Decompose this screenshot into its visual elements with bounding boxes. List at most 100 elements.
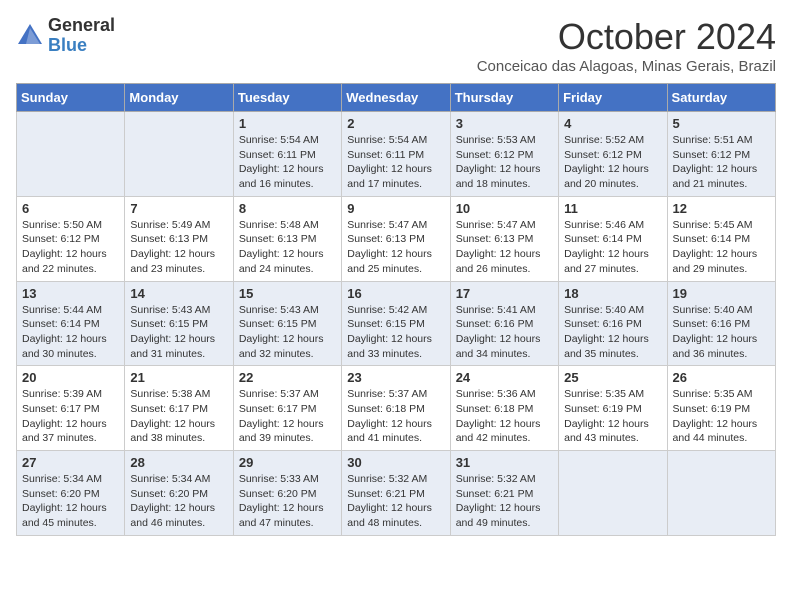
calendar-cell: 2 Sunrise: 5:54 AM Sunset: 6:11 PM Daylig… — [342, 112, 450, 197]
calendar-cell: 13 Sunrise: 5:44 AM Sunset: 6:14 PM Dayli… — [17, 281, 125, 366]
month-year: October 2024 — [477, 16, 776, 58]
day-info: Sunrise: 5:38 AM Sunset: 6:17 PM Dayligh… — [130, 387, 227, 446]
day-number: 24 — [456, 370, 553, 385]
day-number: 18 — [564, 286, 661, 301]
day-number: 9 — [347, 201, 444, 216]
day-info: Sunrise: 5:44 AM Sunset: 6:14 PM Dayligh… — [22, 303, 119, 362]
day-info: Sunrise: 5:41 AM Sunset: 6:16 PM Dayligh… — [456, 303, 553, 362]
day-info: Sunrise: 5:54 AM Sunset: 6:11 PM Dayligh… — [347, 133, 444, 192]
day-number: 22 — [239, 370, 336, 385]
day-info: Sunrise: 5:40 AM Sunset: 6:16 PM Dayligh… — [673, 303, 770, 362]
day-number: 30 — [347, 455, 444, 470]
calendar-cell: 21 Sunrise: 5:38 AM Sunset: 6:17 PM Dayli… — [125, 366, 233, 451]
calendar-cell: 14 Sunrise: 5:43 AM Sunset: 6:15 PM Dayli… — [125, 281, 233, 366]
day-number: 27 — [22, 455, 119, 470]
day-number: 20 — [22, 370, 119, 385]
calendar-cell: 18 Sunrise: 5:40 AM Sunset: 6:16 PM Dayli… — [559, 281, 667, 366]
day-number: 16 — [347, 286, 444, 301]
day-number: 15 — [239, 286, 336, 301]
logo-general: General — [48, 15, 115, 35]
logo-text: General Blue — [48, 16, 115, 56]
calendar-week-row: 13 Sunrise: 5:44 AM Sunset: 6:14 PM Dayli… — [17, 281, 776, 366]
calendar-cell: 22 Sunrise: 5:37 AM Sunset: 6:17 PM Dayli… — [233, 366, 341, 451]
calendar-cell: 28Sunrise: 5:34 AM Sunset: 6:20 PM Dayli… — [125, 451, 233, 536]
calendar-week-row: 6 Sunrise: 5:50 AM Sunset: 6:12 PM Daylig… — [17, 196, 776, 281]
col-header-wednesday: Wednesday — [342, 84, 450, 112]
day-number: 8 — [239, 201, 336, 216]
day-number: 23 — [347, 370, 444, 385]
page-header: General Blue October 2024 Conceicao das … — [16, 16, 776, 75]
day-info: Sunrise: 5:35 AM Sunset: 6:19 PM Dayligh… — [673, 387, 770, 446]
col-header-tuesday: Tuesday — [233, 84, 341, 112]
day-number: 17 — [456, 286, 553, 301]
day-number: 25 — [564, 370, 661, 385]
calendar-cell: 11Sunrise: 5:46 AM Sunset: 6:14 PM Dayli… — [559, 196, 667, 281]
day-info: Sunrise: 5:33 AM Sunset: 6:20 PM Dayligh… — [239, 472, 336, 531]
day-info: Sunrise: 5:48 AM Sunset: 6:13 PM Dayligh… — [239, 218, 336, 277]
calendar-table: SundayMondayTuesdayWednesdayThursdayFrid… — [16, 83, 776, 536]
calendar-cell: 19 Sunrise: 5:40 AM Sunset: 6:16 PM Dayli… — [667, 281, 775, 366]
day-info: Sunrise: 5:50 AM Sunset: 6:12 PM Dayligh… — [22, 218, 119, 277]
col-header-monday: Monday — [125, 84, 233, 112]
day-number: 13 — [22, 286, 119, 301]
day-number: 19 — [673, 286, 770, 301]
day-info: Sunrise: 5:53 AM Sunset: 6:12 PM Dayligh… — [456, 133, 553, 192]
day-info: Sunrise: 5:47 AM Sunset: 6:13 PM Dayligh… — [456, 218, 553, 277]
calendar-cell: 26 Sunrise: 5:35 AM Sunset: 6:19 PM Dayli… — [667, 366, 775, 451]
day-number: 10 — [456, 201, 553, 216]
calendar-cell: 9 Sunrise: 5:47 AM Sunset: 6:13 PM Daylig… — [342, 196, 450, 281]
day-number: 6 — [22, 201, 119, 216]
calendar-cell: 23 Sunrise: 5:37 AM Sunset: 6:18 PM Dayli… — [342, 366, 450, 451]
day-number: 12 — [673, 201, 770, 216]
day-info: Sunrise: 5:47 AM Sunset: 6:13 PM Dayligh… — [347, 218, 444, 277]
day-info: Sunrise: 5:40 AM Sunset: 6:16 PM Dayligh… — [564, 303, 661, 362]
col-header-friday: Friday — [559, 84, 667, 112]
col-header-thursday: Thursday — [450, 84, 558, 112]
day-number: 28 — [130, 455, 227, 470]
calendar-cell: 31Sunrise: 5:32 AM Sunset: 6:21 PM Dayli… — [450, 451, 558, 536]
calendar-week-row: 1 Sunrise: 5:54 AM Sunset: 6:11 PM Daylig… — [17, 112, 776, 197]
calendar-cell: 17 Sunrise: 5:41 AM Sunset: 6:16 PM Dayli… — [450, 281, 558, 366]
title-area: October 2024 Conceicao das Alagoas, Mina… — [477, 16, 776, 75]
logo-icon — [16, 22, 44, 50]
day-number: 21 — [130, 370, 227, 385]
day-number: 7 — [130, 201, 227, 216]
location: Conceicao das Alagoas, Minas Gerais, Bra… — [477, 58, 776, 75]
day-number: 5 — [673, 116, 770, 131]
day-number: 4 — [564, 116, 661, 131]
logo: General Blue — [16, 16, 115, 56]
day-info: Sunrise: 5:43 AM Sunset: 6:15 PM Dayligh… — [130, 303, 227, 362]
day-info: Sunrise: 5:35 AM Sunset: 6:19 PM Dayligh… — [564, 387, 661, 446]
day-number: 14 — [130, 286, 227, 301]
calendar-cell: 20Sunrise: 5:39 AM Sunset: 6:17 PM Dayli… — [17, 366, 125, 451]
calendar-cell: 16Sunrise: 5:42 AM Sunset: 6:15 PM Dayli… — [342, 281, 450, 366]
day-number: 26 — [673, 370, 770, 385]
calendar-cell: 10 Sunrise: 5:47 AM Sunset: 6:13 PM Dayli… — [450, 196, 558, 281]
day-info: Sunrise: 5:54 AM Sunset: 6:11 PM Dayligh… — [239, 133, 336, 192]
calendar-cell — [125, 112, 233, 197]
col-header-sunday: Sunday — [17, 84, 125, 112]
calendar-cell: 24 Sunrise: 5:36 AM Sunset: 6:18 PM Dayli… — [450, 366, 558, 451]
calendar-header-row: SundayMondayTuesdayWednesdayThursdayFrid… — [17, 84, 776, 112]
day-number: 2 — [347, 116, 444, 131]
calendar-cell: 6 Sunrise: 5:50 AM Sunset: 6:12 PM Daylig… — [17, 196, 125, 281]
day-info: Sunrise: 5:34 AM Sunset: 6:20 PM Dayligh… — [22, 472, 119, 531]
calendar-cell: 3Sunrise: 5:53 AM Sunset: 6:12 PM Daylig… — [450, 112, 558, 197]
day-info: Sunrise: 5:32 AM Sunset: 6:21 PM Dayligh… — [347, 472, 444, 531]
day-info: Sunrise: 5:46 AM Sunset: 6:14 PM Dayligh… — [564, 218, 661, 277]
calendar-cell: 29 Sunrise: 5:33 AM Sunset: 6:20 PM Dayli… — [233, 451, 341, 536]
day-info: Sunrise: 5:37 AM Sunset: 6:17 PM Dayligh… — [239, 387, 336, 446]
day-info: Sunrise: 5:52 AM Sunset: 6:12 PM Dayligh… — [564, 133, 661, 192]
calendar-week-row: 27 Sunrise: 5:34 AM Sunset: 6:20 PM Dayli… — [17, 451, 776, 536]
day-number: 1 — [239, 116, 336, 131]
day-info: Sunrise: 5:32 AM Sunset: 6:21 PM Dayligh… — [456, 472, 553, 531]
col-header-saturday: Saturday — [667, 84, 775, 112]
day-info: Sunrise: 5:51 AM Sunset: 6:12 PM Dayligh… — [673, 133, 770, 192]
calendar-cell: 1 Sunrise: 5:54 AM Sunset: 6:11 PM Daylig… — [233, 112, 341, 197]
calendar-cell: 7 Sunrise: 5:49 AM Sunset: 6:13 PM Daylig… — [125, 196, 233, 281]
day-info: Sunrise: 5:36 AM Sunset: 6:18 PM Dayligh… — [456, 387, 553, 446]
day-number: 29 — [239, 455, 336, 470]
day-info: Sunrise: 5:37 AM Sunset: 6:18 PM Dayligh… — [347, 387, 444, 446]
calendar-cell: 5 Sunrise: 5:51 AM Sunset: 6:12 PM Daylig… — [667, 112, 775, 197]
day-info: Sunrise: 5:49 AM Sunset: 6:13 PM Dayligh… — [130, 218, 227, 277]
